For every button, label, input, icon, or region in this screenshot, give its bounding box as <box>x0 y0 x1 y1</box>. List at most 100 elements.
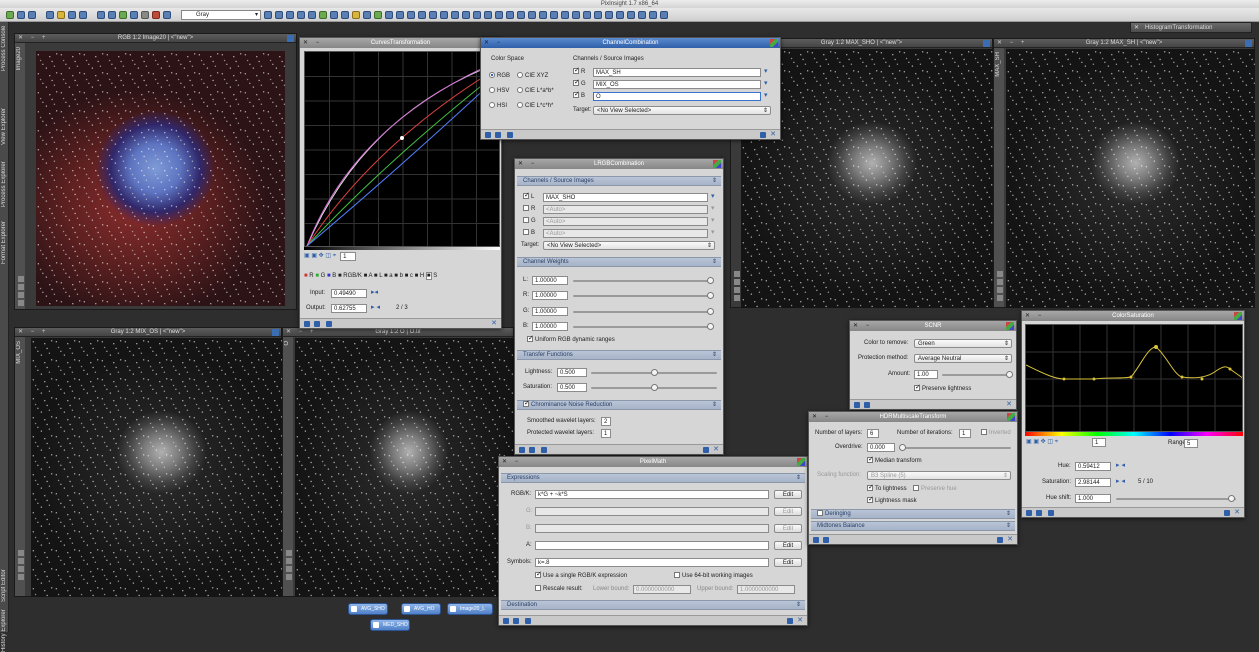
image-window-mix-os[interactable]: ✕ − + Gray 1:2 MIX_OS | <"new"> MIX_OS <box>14 327 282 597</box>
window-side-buttons[interactable] <box>995 269 1005 303</box>
nav-icon[interactable]: ▸ ◂ <box>1116 477 1125 485</box>
to-lightness-check[interactable]: To lightness <box>867 483 907 494</box>
histogram-icon[interactable] <box>352 10 360 19</box>
apply-icon[interactable] <box>326 321 332 327</box>
select-view-icon[interactable]: ▾ <box>711 192 715 200</box>
weight-r-field[interactable]: 1.00000 <box>532 291 568 300</box>
documentation-icon[interactable] <box>760 132 766 138</box>
apply-global-icon[interactable] <box>495 132 501 138</box>
iconized-window-image20-l[interactable]: Image20_L <box>447 603 493 615</box>
section-deringing[interactable]: Deringing <box>811 509 1015 519</box>
image-window-max-sh[interactable]: ✕ − + Gray 1:2 MAX_SH | <"new"> MAX_SH <box>993 38 1255 308</box>
select-view-icon[interactable]: ▾ <box>764 91 768 99</box>
readout-icon[interactable] <box>319 10 327 19</box>
channel-s[interactable]: S <box>433 273 437 279</box>
inverted-check[interactable]: Inverted <box>981 429 1011 438</box>
process-icon[interactable] <box>68 10 76 19</box>
section-midtones-balance[interactable]: Midtones Balance <box>811 521 1015 531</box>
window-corner-icon[interactable] <box>272 329 279 336</box>
hue-field[interactable]: 0.59412 <box>1075 462 1111 471</box>
channel-g[interactable]: G <box>321 273 326 279</box>
tool-f-icon[interactable] <box>473 10 481 19</box>
window-side-buttons[interactable] <box>16 274 26 308</box>
tool-s-icon[interactable] <box>616 10 624 19</box>
saturation-curve-graph[interactable] <box>1025 324 1243 432</box>
radio-cie-lch[interactable]: CIE L*c*h* <box>517 102 553 111</box>
select-view-icon[interactable]: ▾ <box>711 216 715 224</box>
redo-icon[interactable] <box>108 10 116 19</box>
apply-icon[interactable] <box>541 447 547 453</box>
tool-u-icon[interactable] <box>638 10 646 19</box>
new-instance-icon[interactable] <box>813 537 819 543</box>
lightness-mask-check[interactable]: Lightness mask <box>867 495 917 506</box>
weight-g-field[interactable]: 1.00000 <box>532 307 568 316</box>
window-side-buttons[interactable] <box>16 548 26 582</box>
apply-global-icon[interactable] <box>314 321 320 327</box>
hue-shift-field[interactable]: 1.000 <box>1075 494 1111 503</box>
section-noise-reduction[interactable]: Chrominance Noise Reduction <box>517 399 721 410</box>
documentation-icon[interactable] <box>997 537 1003 543</box>
expr-g-field[interactable] <box>535 507 769 516</box>
tab-history-explorer[interactable]: History Explorer <box>0 609 9 652</box>
documentation-icon[interactable] <box>703 447 709 453</box>
channel-rgbk[interactable]: RGB/K <box>343 273 362 279</box>
new-instance-icon[interactable] <box>304 321 310 327</box>
nav-icon[interactable]: ▸ ◂ <box>371 303 380 311</box>
curves-icon[interactable] <box>363 10 371 19</box>
new-icon[interactable] <box>6 10 14 19</box>
expr-b-field[interactable] <box>535 524 769 533</box>
preserve-hue-check[interactable]: Preserve hue <box>913 485 957 494</box>
overdrive-field[interactable]: 0.000 <box>867 443 895 452</box>
color-to-remove-select[interactable]: Green <box>914 339 1012 348</box>
symbols-field[interactable]: k=.8 <box>535 558 769 567</box>
zoom-in-icon[interactable] <box>119 10 127 19</box>
channel-b-check[interactable]: B <box>523 229 535 238</box>
lightness-slider[interactable] <box>591 369 717 376</box>
range-field[interactable]: 5 <box>1184 439 1198 448</box>
stats-icon[interactable] <box>374 10 382 19</box>
dialog-controls[interactable]: ✕ − <box>1025 311 1044 321</box>
apply-global-icon[interactable] <box>529 447 535 453</box>
lower-bound-field[interactable]: 0.0000000000 <box>633 585 691 594</box>
window-corner-icon[interactable] <box>983 40 990 47</box>
saturation-field[interactable]: 2.98144 <box>1075 478 1111 487</box>
tab-view-explorer[interactable]: View Explorer <box>0 102 9 152</box>
tool-i-icon[interactable] <box>506 10 514 19</box>
select-view-icon[interactable]: ▾ <box>711 228 715 236</box>
channel-b-icon[interactable] <box>286 10 294 19</box>
target-select[interactable]: <No View Selected> <box>543 241 715 250</box>
reset-icon[interactable]: ✕ <box>770 131 776 138</box>
layers-icon[interactable] <box>79 10 87 19</box>
expr-a-field[interactable] <box>535 541 769 550</box>
channel-l[interactable]: L <box>379 273 382 279</box>
tool-p-icon[interactable] <box>583 10 591 19</box>
undo-icon[interactable] <box>97 10 105 19</box>
tool-g-icon[interactable] <box>484 10 492 19</box>
step-icon[interactable]: ▸ ◂ <box>1116 461 1125 469</box>
channel-r[interactable]: R <box>309 273 313 279</box>
image-window-o-tif[interactable]: ✕ − + Gray 1:2 O | O.tif O <box>282 327 514 597</box>
channel-g-check[interactable]: G <box>523 217 536 226</box>
color-mode-select[interactable]: Gray <box>181 9 261 20</box>
open-icon[interactable] <box>17 10 25 19</box>
channel-g-source[interactable]: <Auto> <box>543 217 708 226</box>
fit-icon[interactable] <box>141 10 149 19</box>
apply-global-icon[interactable] <box>513 618 519 624</box>
reset-icon[interactable]: ✕ <box>797 617 803 624</box>
channel-r-check[interactable]: R <box>573 66 585 77</box>
tool-v-icon[interactable] <box>649 10 657 19</box>
tool-m-icon[interactable] <box>550 10 558 19</box>
process-icon[interactable] <box>713 160 721 168</box>
tool-l-icon[interactable] <box>539 10 547 19</box>
hdr-multiscale-dialog[interactable]: ✕ − HDRMultiscaleTransform Number of laye… <box>808 411 1018 545</box>
tool-b-icon[interactable] <box>429 10 437 19</box>
iterations-spin[interactable]: 1 <box>959 429 971 438</box>
output-field[interactable]: 0.62755 <box>331 304 367 313</box>
apply-icon[interactable] <box>1048 510 1054 516</box>
scaling-function-select[interactable]: B3 Spline (5) <box>867 471 1011 480</box>
lightness-field[interactable]: 0.500 <box>557 368 587 377</box>
tool-e-icon[interactable] <box>462 10 470 19</box>
channel-a-star[interactable]: a <box>389 273 392 279</box>
stf-icon[interactable] <box>152 10 160 19</box>
dialog-controls[interactable]: ✕ − <box>812 412 831 422</box>
